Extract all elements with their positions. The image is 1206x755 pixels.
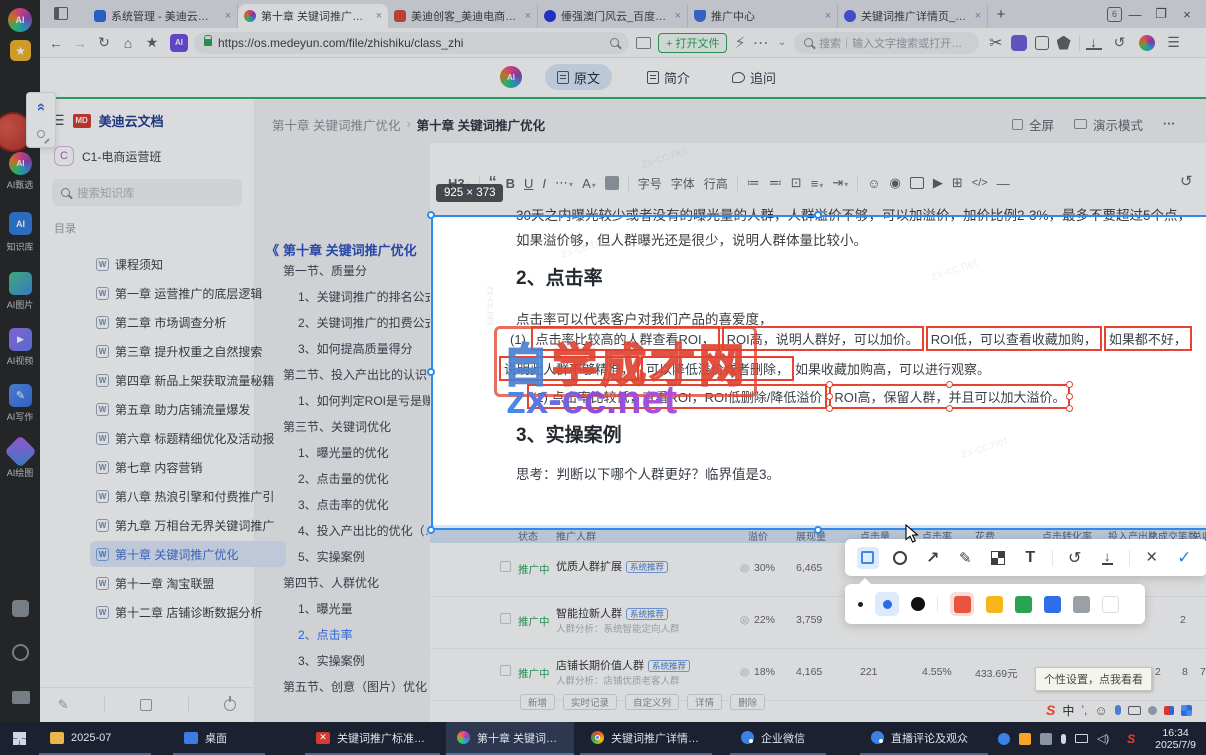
ellipse-tool[interactable] <box>890 547 912 569</box>
text-tool[interactable]: T <box>1020 547 1042 569</box>
keyboard-icon[interactable] <box>1127 705 1141 715</box>
ime-menu-grid-icon[interactable] <box>1180 704 1192 716</box>
taskbar-item-xmind[interactable]: ✕ 关键词推广标准计... <box>305 722 440 755</box>
taskbar-item-folder[interactable]: 2025-07 <box>39 722 151 755</box>
color-red-active[interactable] <box>950 592 974 616</box>
capture-mask-left <box>0 215 431 530</box>
arrow-tool[interactable]: ↗ <box>922 547 944 569</box>
voice-mic-icon[interactable] <box>1114 705 1121 715</box>
mosaic-tool[interactable] <box>987 547 1009 569</box>
taskbar-item-live-comments[interactable]: 直播评论及观众 <box>860 722 988 755</box>
taskbar-item-chrome[interactable]: 关键词推广详情页... <box>580 722 712 755</box>
rect-tool-active[interactable] <box>857 546 879 569</box>
cancel-capture-button[interactable]: × <box>1141 547 1163 569</box>
taskbar-label: 直播评论及观众 <box>891 732 968 745</box>
selection-handle[interactable] <box>814 526 822 534</box>
undo-tool[interactable]: ↺ <box>1064 547 1086 569</box>
folder-icon <box>50 731 64 744</box>
start-button[interactable] <box>0 722 39 755</box>
taskbar-clock[interactable]: 16:34 2025/7/9 <box>1145 722 1206 755</box>
color-yellow[interactable] <box>986 595 1003 613</box>
wecom-icon <box>871 731 884 744</box>
annotation-toolbar: ↗ ✎ T ↺ ↓ × ✓ <box>845 539 1206 576</box>
taskbar: 2025-07 桌面 ✕ 关键词推广标准计... 第十章 关键词推广... 关键词… <box>0 722 1206 755</box>
taskbar-label: 第十章 关键词推广... <box>477 732 563 745</box>
taskbar-item-wecom[interactable]: 企业微信 <box>730 722 826 755</box>
color-green[interactable] <box>1015 595 1032 613</box>
selection-handle[interactable] <box>427 526 435 534</box>
mouse-cursor <box>905 524 919 543</box>
download-icon: ↓ <box>1101 548 1113 565</box>
taskbar-item-active-doc[interactable]: 第十章 关键词推广... <box>446 722 574 755</box>
tray-monitor-icon[interactable] <box>1074 734 1088 743</box>
ai-app-icon <box>457 731 470 744</box>
color-white[interactable] <box>1102 595 1119 613</box>
skin-icon[interactable] <box>1163 705 1174 715</box>
account-icon[interactable] <box>1147 705 1157 715</box>
tray-volume-icon[interactable]: ◁) <box>1097 732 1109 745</box>
taskbar-label: 桌面 <box>205 732 227 745</box>
capture-selection-rect[interactable] <box>431 215 1206 530</box>
clock-date: 2025/7/9 <box>1155 738 1196 751</box>
ime-tooltip[interactable]: 个性设置，点我看看 <box>1035 667 1152 691</box>
clock-time: 16:34 <box>1162 726 1189 739</box>
download-tool[interactable]: ↓ <box>1096 547 1118 569</box>
ime-bar: S 中 ’, ☺ <box>1046 700 1192 720</box>
taskbar-label: 关键词推广标准计... <box>337 732 429 745</box>
tray-shield-icon[interactable] <box>1039 732 1052 745</box>
tray-sogou-icon[interactable]: S <box>1127 732 1135 746</box>
capture-mask-top <box>0 0 1206 215</box>
chrome-icon <box>591 731 604 744</box>
ime-mode-icon[interactable]: 中 <box>1062 702 1074 719</box>
tray-mic-icon[interactable] <box>1060 733 1066 744</box>
stroke-size-large[interactable] <box>911 597 925 611</box>
taskbar-label: 2025-07 <box>71 731 112 744</box>
windows-logo-icon <box>13 732 26 745</box>
confirm-capture-button[interactable]: ✓ <box>1173 547 1195 569</box>
color-blue[interactable] <box>1044 595 1061 613</box>
punctuation-icon[interactable]: ’, <box>1081 703 1087 717</box>
selection-handle[interactable] <box>427 368 435 376</box>
stroke-size-medium-active[interactable] <box>875 592 899 616</box>
taskbar-label: 关键词推广详情页... <box>611 732 701 745</box>
stroke-size-small[interactable] <box>858 601 863 607</box>
taskbar-label: 企业微信 <box>761 732 805 745</box>
desktop-icon <box>184 731 198 744</box>
rect-icon <box>861 551 875 564</box>
tray-orange-app-icon[interactable] <box>1018 732 1031 745</box>
taskbar-item-desktop[interactable]: 桌面 <box>173 722 265 755</box>
color-gray[interactable] <box>1073 595 1090 613</box>
selection-handle[interactable] <box>814 211 822 219</box>
capture-size-badge: 925 × 373 <box>436 184 504 202</box>
annotation-palette <box>845 578 1145 624</box>
dot-icon <box>882 599 892 609</box>
x-app-icon: ✕ <box>316 731 330 744</box>
sogou-logo-icon[interactable]: S <box>1046 702 1055 718</box>
tray-wecom-icon[interactable] <box>997 732 1010 745</box>
wecom-icon <box>741 731 754 744</box>
pen-tool[interactable]: ✎ <box>955 547 977 569</box>
emoji-picker-icon[interactable]: ☺ <box>1094 703 1107 718</box>
swatch <box>953 595 971 613</box>
mosaic-icon <box>990 550 1005 565</box>
ellipse-icon <box>893 550 908 565</box>
selection-handle[interactable] <box>427 211 435 219</box>
